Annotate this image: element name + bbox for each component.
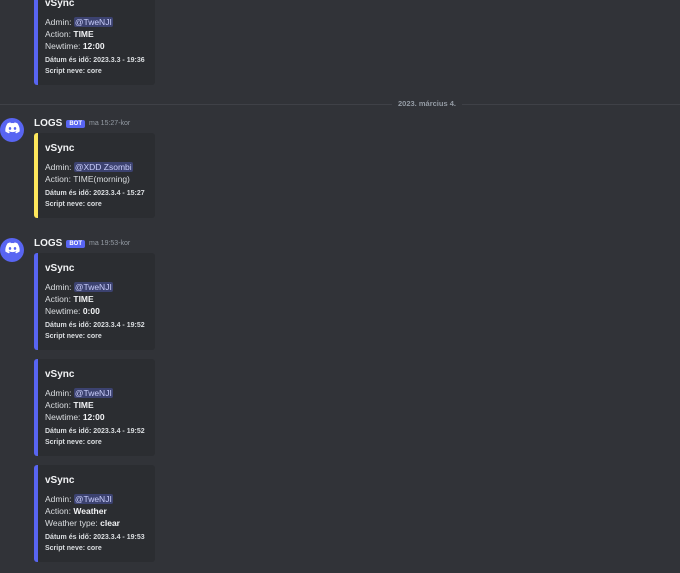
embed-title: vSync	[45, 0, 75, 9]
embed-action-field: Action: TIME	[45, 293, 147, 305]
bot-avatar[interactable]	[0, 238, 24, 262]
log-embed: vSync Admin: @TweNJI Action: TIME Newtim…	[34, 253, 155, 350]
bot-badge: BOT	[66, 239, 86, 248]
field-label: Admin:	[45, 162, 72, 172]
embed-script-line: Script neve: core	[45, 333, 102, 340]
message-header: LOGS BOT ma 15:27-kor	[34, 118, 130, 129]
user-mention[interactable]: @TweNJI	[73, 494, 113, 504]
field-value: TIME	[73, 294, 94, 304]
date-divider: 2023. március 4.	[0, 99, 680, 108]
embed-action-field: Action: TIME(morning)	[45, 173, 147, 185]
embed-script-line: Script neve: core	[45, 68, 102, 75]
user-mention[interactable]: @XDD Zsombi	[73, 162, 133, 172]
field-label: Action:	[45, 400, 71, 410]
field-label: Admin:	[45, 17, 72, 27]
embed-extra-field: Newtime: 12:00	[45, 40, 147, 52]
message-header: LOGS BOT ma 19:53-kor	[34, 238, 130, 249]
user-mention[interactable]: @TweNJI	[73, 388, 113, 398]
field-label: Newtime:	[45, 41, 81, 51]
embed-script-line: Script neve: core	[45, 545, 102, 552]
embed-title: vSync	[45, 369, 75, 380]
embed-action-field: Action: Weather	[45, 505, 147, 517]
embed-script-line: Script neve: core	[45, 201, 102, 208]
discord-logo-icon	[4, 121, 20, 139]
embed-extra-field: Newtime: 0:00	[45, 305, 147, 317]
user-mention[interactable]: @TweNJI	[73, 282, 113, 292]
field-value: clear	[100, 518, 120, 528]
user-mention[interactable]: @TweNJI	[73, 17, 113, 27]
message-timestamp: ma 15:27-kor	[89, 120, 131, 127]
embed-extra-field: Weather type: clear	[45, 517, 147, 529]
embed-date-line: Dátum és idő: 2023.3.4 - 19:53	[45, 534, 145, 541]
embed-admin-field: Admin: @XDD Zsombi	[45, 161, 147, 173]
field-label: Newtime:	[45, 306, 81, 316]
field-label: Action:	[45, 174, 71, 184]
bot-avatar[interactable]	[0, 118, 24, 142]
field-value: 12:00	[82, 41, 105, 51]
embed-admin-field: Admin: @TweNJI	[45, 16, 147, 28]
log-embed: vSync Admin: @XDD Zsombi Action: TIME(mo…	[34, 133, 155, 218]
log-embed: vSync Admin: @TweNJI Action: TIME Newtim…	[34, 359, 155, 456]
embed-title: vSync	[45, 475, 75, 486]
bot-badge: BOT	[66, 119, 86, 128]
embed-date-line: Dátum és idő: 2023.3.4 - 19:52	[45, 428, 145, 435]
embed-action-field: Action: TIME	[45, 399, 147, 411]
log-embed: vSync Admin: @TweNJI Action: TIME Newtim…	[34, 0, 155, 85]
field-label: Action:	[45, 294, 71, 304]
message-timestamp: ma 19:53-kor	[89, 240, 131, 247]
embed-title: vSync	[45, 143, 75, 154]
author-name[interactable]: LOGS	[34, 238, 62, 249]
field-value: TIME(morning)	[73, 174, 130, 184]
field-value: TIME	[73, 400, 94, 410]
field-label: Admin:	[45, 388, 72, 398]
field-value: Weather	[73, 506, 107, 516]
field-value: 0:00	[82, 306, 100, 316]
discord-logo-icon	[4, 241, 20, 259]
field-label: Admin:	[45, 282, 72, 292]
field-value: 12:00	[82, 412, 105, 422]
embed-extra-field: Newtime: 12:00	[45, 411, 147, 423]
log-embed: vSync Admin: @TweNJI Action: Weather Wea…	[34, 465, 155, 562]
embed-admin-field: Admin: @TweNJI	[45, 281, 147, 293]
embed-title: vSync	[45, 263, 75, 274]
date-divider-label: 2023. március 4.	[392, 99, 462, 108]
embed-date-line: Dátum és idő: 2023.3.3 - 19:36	[45, 57, 145, 64]
embed-date-line: Dátum és idő: 2023.3.4 - 15:27	[45, 190, 145, 197]
field-label: Action:	[45, 29, 71, 39]
field-label: Newtime:	[45, 412, 81, 422]
field-label: Weather type:	[45, 518, 98, 528]
field-label: Admin:	[45, 494, 72, 504]
embed-script-line: Script neve: core	[45, 439, 102, 446]
embed-admin-field: Admin: @TweNJI	[45, 493, 147, 505]
embed-action-field: Action: TIME	[45, 28, 147, 40]
embed-admin-field: Admin: @TweNJI	[45, 387, 147, 399]
author-name[interactable]: LOGS	[34, 118, 62, 129]
field-label: Action:	[45, 506, 71, 516]
embed-date-line: Dátum és idő: 2023.3.4 - 19:52	[45, 322, 145, 329]
field-value: TIME	[73, 29, 94, 39]
